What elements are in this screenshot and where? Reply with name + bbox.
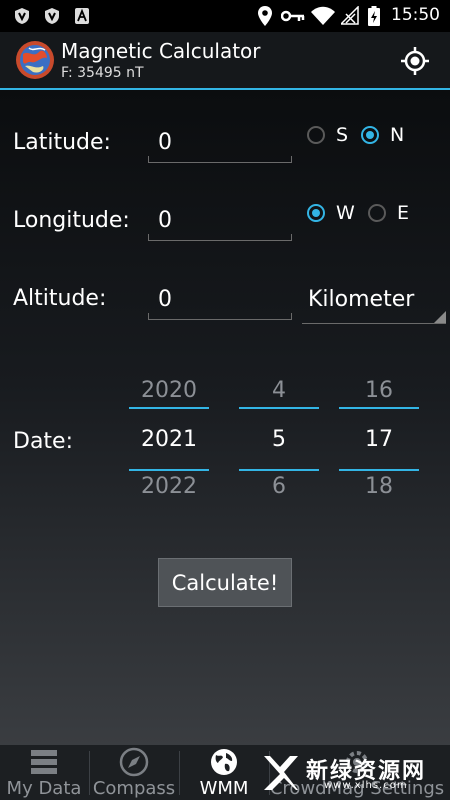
latitude-value: 0 [158, 130, 172, 155]
month-divider-top [239, 407, 319, 409]
globe-icon [211, 749, 237, 775]
month-current[interactable]: 5 [239, 427, 319, 452]
month-divider-bottom [239, 469, 319, 471]
battery-charging-icon [368, 6, 380, 26]
day-current[interactable]: 17 [339, 427, 419, 452]
month-picker[interactable]: 4 [239, 378, 319, 403]
tab-my-data[interactable]: My Data [0, 745, 88, 800]
day-prev[interactable]: 16 [339, 378, 419, 403]
year-divider-top [129, 407, 209, 409]
tab-wmm[interactable]: WMM [180, 745, 268, 800]
field-strength-readout: F: 35495 nT [61, 65, 144, 81]
year-prev[interactable]: 2020 [129, 378, 209, 403]
altitude-unit-select[interactable]: Kilometer [302, 283, 446, 324]
year-picker[interactable]: 2020 [129, 378, 209, 403]
tab-wmm-label: WMM [199, 778, 249, 799]
compass-icon [119, 747, 149, 777]
latitude-input[interactable]: 0 [148, 126, 292, 163]
content-area: Latitude: 0 S N Longitude: 0 W E Altitud… [0, 90, 450, 745]
radio-south-label: S [336, 124, 349, 146]
year-current[interactable]: 2021 [129, 427, 209, 452]
latitude-label: Latitude: [13, 130, 111, 155]
status-bar: 15:50 [0, 0, 450, 32]
month-next[interactable]: 6 [239, 474, 319, 499]
tab-compass[interactable]: Compass [90, 745, 178, 800]
watermark-logo-icon [264, 756, 298, 790]
day-next[interactable]: 18 [339, 474, 419, 499]
vpn-key-icon [281, 10, 305, 22]
radio-west[interactable] [307, 204, 325, 222]
watermark: 新绿资源网 www.xlhs.com [258, 748, 450, 798]
longitude-label: Longitude: [13, 208, 130, 233]
tab-compass-label: Compass [92, 778, 176, 799]
year-divider-bottom [129, 469, 209, 471]
longitude-value: 0 [158, 208, 172, 233]
my-location-icon[interactable] [400, 46, 430, 76]
radio-south[interactable] [307, 126, 325, 144]
server-icon [31, 750, 57, 774]
page-title: Magnetic Calculator [61, 39, 261, 63]
altitude-input[interactable]: 0 [148, 283, 292, 320]
radio-north[interactable] [361, 126, 379, 144]
radio-east-label: E [397, 202, 410, 224]
shield-icon [15, 8, 29, 24]
altitude-value: 0 [158, 287, 172, 312]
year-next[interactable]: 2022 [129, 474, 209, 499]
action-bar: Magnetic Calculator F: 35495 nT [0, 32, 450, 90]
app-notification-icon [75, 8, 89, 24]
location-icon [258, 6, 272, 26]
longitude-input[interactable]: 0 [148, 204, 292, 241]
day-picker[interactable]: 16 [339, 378, 419, 403]
dropdown-corner-icon [434, 311, 446, 323]
clock: 15:50 [391, 5, 440, 25]
altitude-label: Altitude: [13, 286, 107, 311]
radio-north-label: N [390, 124, 405, 146]
wifi-icon [311, 6, 335, 25]
date-label: Date: [13, 429, 73, 454]
radio-east[interactable] [368, 204, 386, 222]
tab-my-data-label: My Data [6, 778, 82, 799]
day-divider-top [339, 407, 419, 409]
month-prev[interactable]: 4 [239, 378, 319, 403]
day-divider-bottom [339, 469, 419, 471]
watermark-url: www.xlhs.com [324, 780, 408, 791]
app-logo-icon [16, 41, 54, 79]
no-signal-icon [341, 6, 359, 25]
shield-icon [45, 8, 59, 24]
altitude-unit-value: Kilometer [308, 287, 415, 312]
calculate-button[interactable]: Calculate! [158, 558, 292, 607]
radio-west-label: W [336, 202, 355, 224]
